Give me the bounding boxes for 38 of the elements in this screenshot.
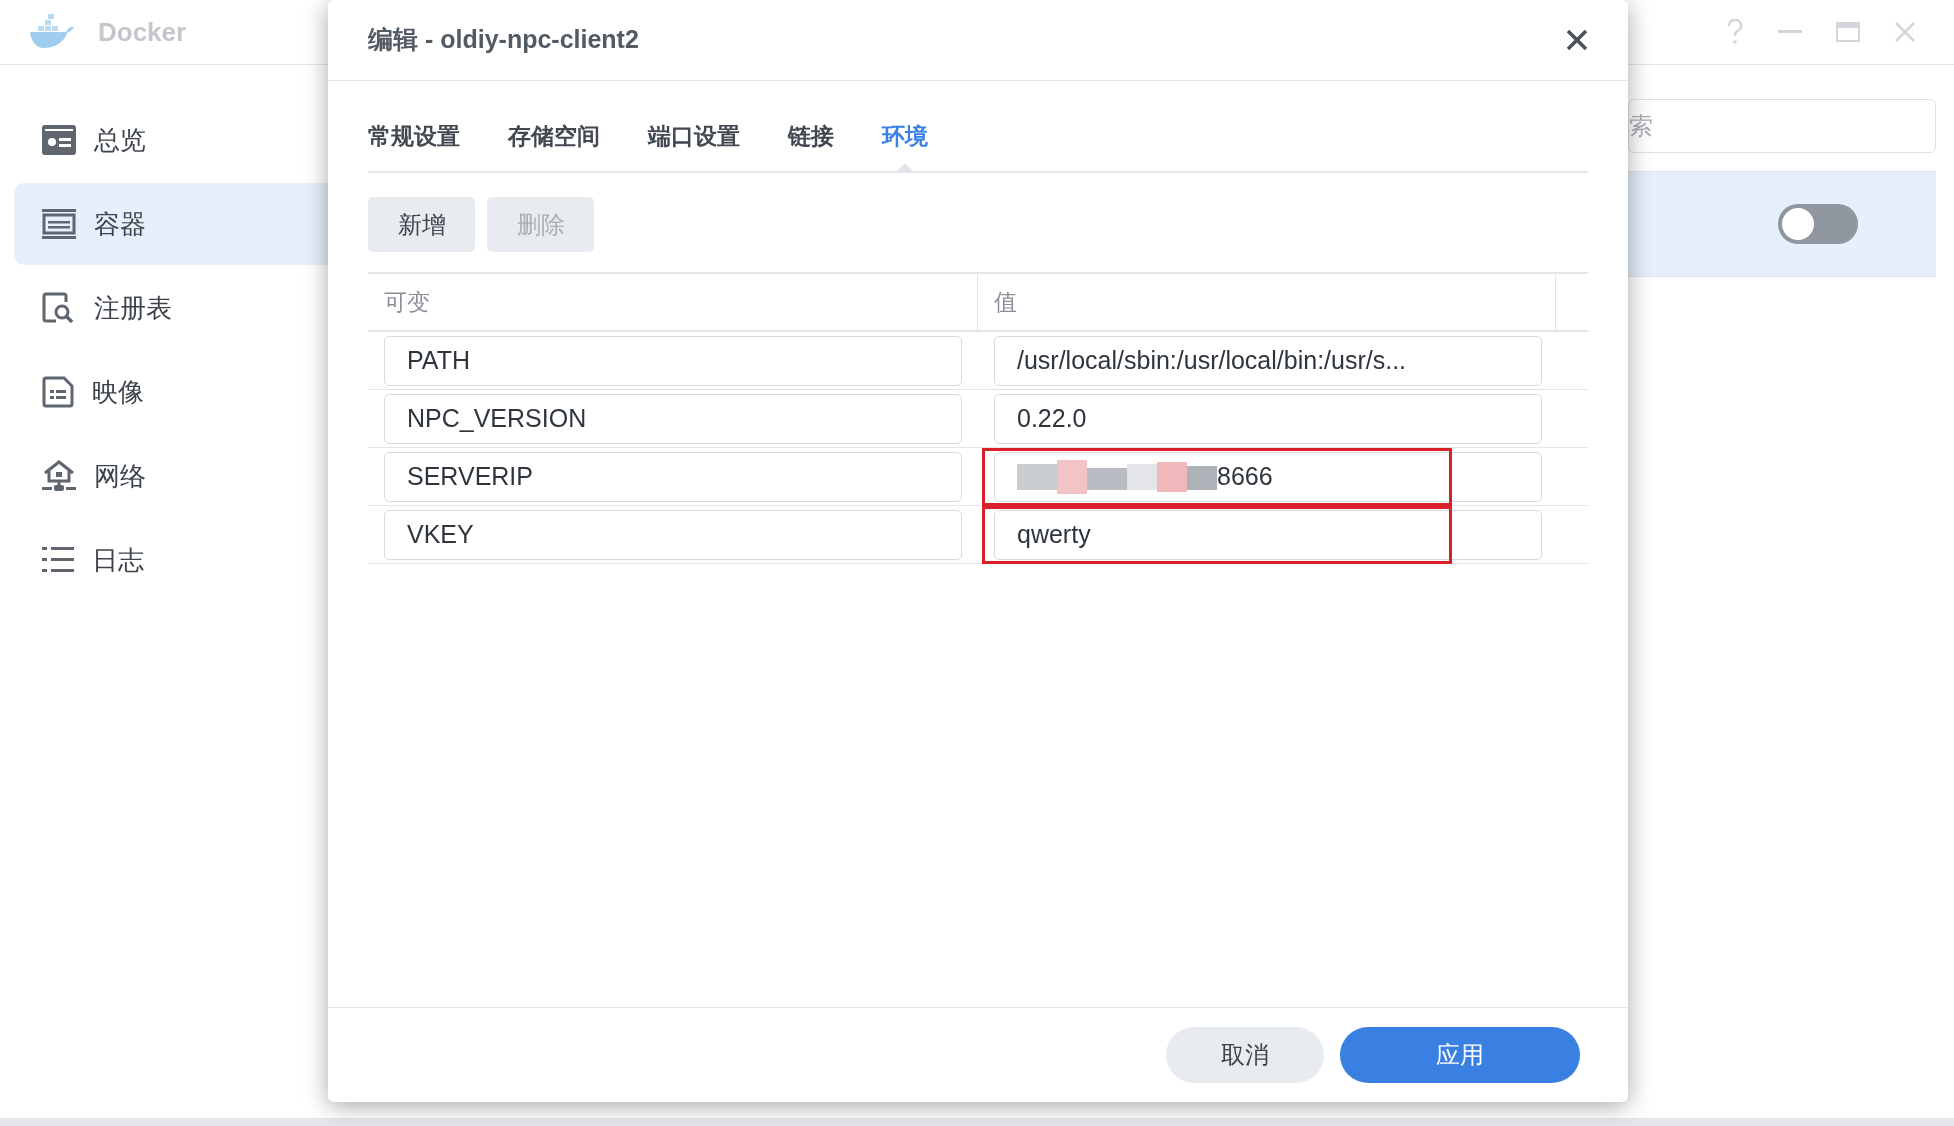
tab[interactable]: 环境 xyxy=(882,118,928,171)
name-field[interactable]: VKEY xyxy=(384,509,962,560)
value-field[interactable]: 8666 xyxy=(994,451,1542,502)
apply-button[interactable]: 应用 xyxy=(1340,1027,1580,1083)
name-field[interactable]: NPC_VERSION xyxy=(384,393,962,444)
list-icon xyxy=(42,547,74,573)
tab[interactable]: 存储空间 xyxy=(508,118,600,171)
value-field[interactable]: 0.22.0 xyxy=(994,393,1542,444)
name-field[interactable]: SERVERIP xyxy=(384,451,962,502)
whale-logo-icon xyxy=(28,14,74,50)
minimize-icon[interactable] xyxy=(1778,30,1802,34)
column-header: 可变 xyxy=(384,287,430,317)
name-field[interactable]: PATH xyxy=(384,335,962,386)
tab[interactable]: 端口设置 xyxy=(648,118,740,171)
container-row[interactable] xyxy=(1628,171,1936,277)
value-field[interactable]: qwerty xyxy=(994,509,1542,560)
maximize-icon[interactable] xyxy=(1836,22,1860,42)
toggle-switch[interactable] xyxy=(1778,204,1858,244)
cancel-button[interactable]: 取消 xyxy=(1166,1027,1324,1083)
close-icon[interactable] xyxy=(1566,29,1588,51)
house-network-icon xyxy=(42,460,76,492)
sidebar-item[interactable]: 网络 xyxy=(14,435,340,517)
list-box-icon xyxy=(42,209,76,239)
value-field[interactable]: /usr/local/sbin:/usr/local/bin:/usr/s... xyxy=(994,335,1542,386)
app-title: Docker xyxy=(98,15,187,49)
document-icon xyxy=(42,376,74,408)
sidebar-item[interactable]: 总览 xyxy=(14,99,340,181)
sidebar-item[interactable]: 日志 xyxy=(14,519,340,601)
column-header: 值 xyxy=(994,287,1017,317)
tab[interactable]: 链接 xyxy=(788,118,834,171)
dialog-title: 编辑 - oldiy-npc-client2 xyxy=(368,24,639,56)
tab[interactable]: 常规设置 xyxy=(368,118,460,171)
id-card-icon xyxy=(42,125,76,155)
sidebar-item[interactable]: 注册表 xyxy=(14,267,340,349)
action-button[interactable]: 新增 xyxy=(368,197,475,252)
document-search-icon xyxy=(42,292,76,324)
help-icon[interactable] xyxy=(1726,19,1744,45)
sidebar-item[interactable]: 映像 xyxy=(14,351,340,433)
